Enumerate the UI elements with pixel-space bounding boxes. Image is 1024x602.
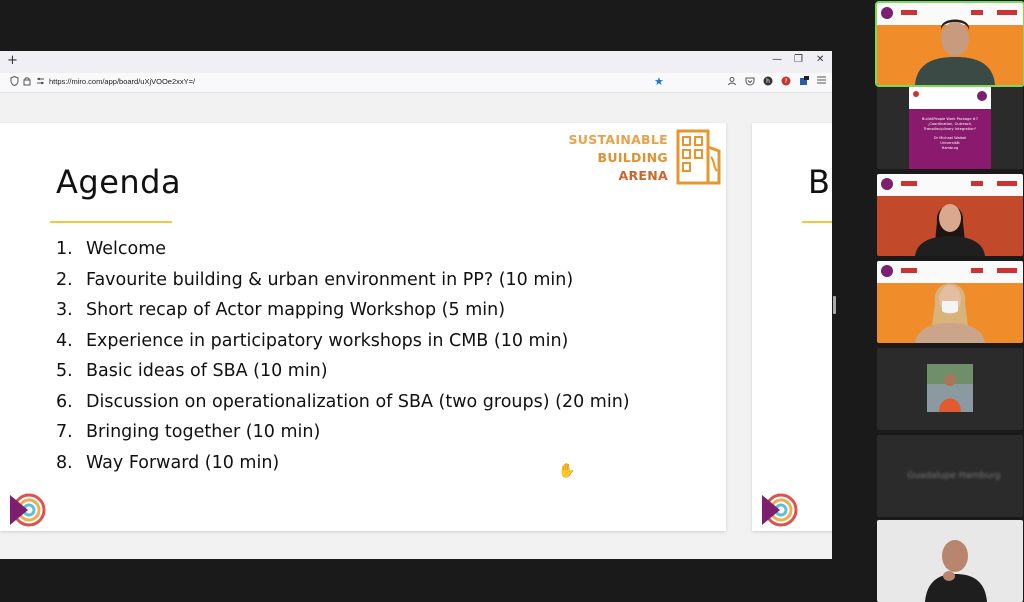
logo-bar xyxy=(901,181,917,186)
thumbnail-text-line: Transdisciplinary Integration" xyxy=(923,127,977,131)
agenda-slide[interactable]: Agenda SUSTAINABLE BUILDING ARENA 1. Wel… xyxy=(0,123,726,531)
agenda-item-text: Basic ideas of SBA (10 min) xyxy=(86,361,328,381)
participant-video-person xyxy=(925,540,987,602)
agenda-item-text: Welcome xyxy=(86,239,167,259)
brand-play-logo-icon xyxy=(10,493,46,527)
logo-bar xyxy=(913,91,919,97)
participant-tile-shared-slide[interactable]: Build4People Work Package #7 „Coordinati… xyxy=(877,87,1023,169)
participant-tile[interactable] xyxy=(877,520,1023,602)
tab-bar: + — ❐ ✕ xyxy=(0,51,832,73)
extension-icon[interactable]: h xyxy=(763,76,773,86)
agenda-item-number: 2. xyxy=(56,269,73,290)
next-slide[interactable]: B xyxy=(752,123,832,531)
close-window-button[interactable]: ✕ xyxy=(816,54,824,65)
brand-logo-icon xyxy=(881,7,893,19)
svg-text:?: ? xyxy=(784,78,787,85)
brand-logo-icon xyxy=(977,91,987,101)
slide-title: Agenda xyxy=(56,163,182,201)
participant-tile[interactable]: Guadalupe Hamburg xyxy=(877,435,1023,517)
brand-logo-icon xyxy=(881,265,893,277)
agenda-item: 5. Basic ideas of SBA (10 min) xyxy=(56,356,630,387)
thumbnail-text-line: Hamburg xyxy=(941,146,959,150)
participant-tile[interactable] xyxy=(877,261,1023,343)
logo-line-1: SUSTAINABLE xyxy=(568,132,668,147)
participant-video-person xyxy=(915,19,995,85)
agenda-item-text: Favourite building & urban environment i… xyxy=(86,269,574,290)
logo-bar xyxy=(997,268,1017,273)
agenda-item-number: 7. xyxy=(56,422,73,442)
agenda-item-number: 1. xyxy=(56,239,73,259)
agenda-list: 1. Welcome 2. Favourite building & urban e… xyxy=(56,234,630,478)
agenda-item: 4. Experience in participatory workshops … xyxy=(56,326,630,357)
agenda-item-text: Discussion on operationalization of SBA … xyxy=(86,391,630,412)
address-bar[interactable]: https://miro.com/app/board/uXjVOOe2xxY=/… xyxy=(0,73,832,93)
logo-bar xyxy=(997,10,1017,15)
title-underline xyxy=(50,221,172,223)
participant-video-person xyxy=(915,283,985,343)
agenda-item: 6. Discussion on operationalization of SB… xyxy=(56,387,630,418)
panel-resize-handle[interactable] xyxy=(833,296,836,314)
minimize-button[interactable]: — xyxy=(772,54,782,65)
participant-tile-active-speaker[interactable] xyxy=(875,1,1024,87)
agenda-item-text: Bringing together (10 min) xyxy=(86,422,321,442)
agenda-item-number: 6. xyxy=(56,391,73,412)
account-icon[interactable] xyxy=(727,76,737,86)
building-logo-icon xyxy=(676,129,721,185)
maximize-button[interactable]: ❐ xyxy=(794,54,803,65)
agenda-item-text: Experience in participatory workshops in… xyxy=(86,330,569,351)
logo-line-3: ARENA xyxy=(618,168,668,183)
agenda-item: 3. Short recap of Actor mapping Workshop … xyxy=(56,295,630,326)
pocket-icon[interactable] xyxy=(745,76,755,86)
agenda-item-text: Short recap of Actor mapping Workshop (5… xyxy=(86,300,506,320)
new-tab-button[interactable]: + xyxy=(7,53,18,68)
agenda-item: 2. Favourite building & urban environment… xyxy=(56,265,630,296)
next-slide-underline xyxy=(802,221,832,223)
miro-board-canvas[interactable]: Agenda SUSTAINABLE BUILDING ARENA 1. Wel… xyxy=(0,93,832,559)
slide-thumbnail-body: Build4People Work Package #7 „Coordinati… xyxy=(909,109,991,169)
agenda-item: 8. Way Forward (10 min) xyxy=(56,448,630,479)
agenda-item-number: 3. xyxy=(56,300,73,320)
svg-text:h: h xyxy=(766,78,770,85)
permissions-icon[interactable] xyxy=(36,76,45,91)
logo-bar xyxy=(997,181,1017,186)
bookmark-star-icon[interactable]: ★ xyxy=(654,75,664,88)
url-text[interactable]: https://miro.com/app/board/uXjVOOe2xxY=/ xyxy=(49,77,195,86)
shield-icon[interactable] xyxy=(10,75,19,91)
agenda-item-number: 8. xyxy=(56,452,73,473)
sustainable-building-arena-logo-text: SUSTAINABLE BUILDING ARENA xyxy=(560,131,668,185)
agenda-item-text: Way Forward (10 min) xyxy=(86,452,280,473)
logo-line-2: BUILDING xyxy=(597,150,668,165)
participant-tile[interactable] xyxy=(877,348,1023,430)
logo-bar xyxy=(971,181,983,186)
participant-video-person xyxy=(915,204,985,256)
menu-icon[interactable] xyxy=(816,76,826,86)
lock-icon[interactable] xyxy=(23,76,31,91)
participant-name: Guadalupe Hamburg xyxy=(907,471,1001,481)
agenda-item-number: 5. xyxy=(56,361,73,381)
notification-badge-icon[interactable] xyxy=(799,76,809,86)
participant-tile[interactable] xyxy=(877,174,1023,256)
agenda-item-number: 4. xyxy=(56,330,73,351)
shared-slide-thumbnail: Build4People Work Package #7 „Coordinati… xyxy=(909,87,991,169)
agenda-item: 7. Bringing together (10 min) xyxy=(56,417,630,448)
screen: + — ❐ ✕ https://miro.com/app/board/uXjVO… xyxy=(0,0,1024,602)
shared-browser-window: + — ❐ ✕ https://miro.com/app/board/uXjVO… xyxy=(0,51,832,559)
next-slide-title: B xyxy=(808,163,830,201)
participant-video-person xyxy=(927,364,973,412)
hand-cursor-icon: ✋ xyxy=(558,463,576,479)
addon-icon[interactable]: ? xyxy=(781,76,791,86)
brand-play-logo-icon xyxy=(762,493,798,527)
agenda-item: 1. Welcome xyxy=(56,234,630,265)
brand-logo-icon xyxy=(881,178,893,190)
